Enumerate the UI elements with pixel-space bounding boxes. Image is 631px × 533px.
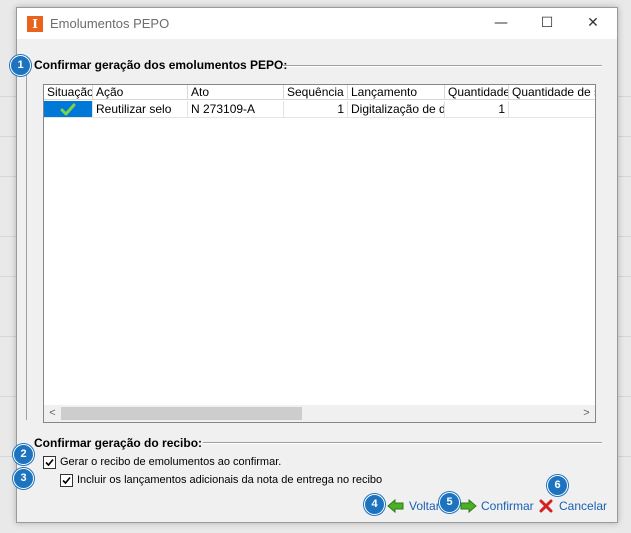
annotation-badge-6: 6 — [547, 475, 568, 496]
window-title: Emolumentos PEPO — [50, 16, 170, 31]
close-window-button[interactable]: ✕ — [570, 8, 616, 39]
situacao-cell[interactable] — [44, 101, 93, 118]
group-border — [26, 70, 27, 420]
arrow-left-icon — [387, 498, 404, 514]
maximize-button[interactable]: ☐ — [524, 8, 570, 39]
confirmar-button[interactable]: Confirmar — [459, 497, 534, 515]
column-header-quantidade-se[interactable]: Quantidade de se — [509, 85, 595, 100]
horizontal-scrollbar[interactable]: < > — [44, 405, 595, 422]
annotation-badge-3: 3 — [13, 468, 34, 489]
check-icon — [62, 476, 71, 485]
section-heading-emolumentos: Confirmar geração dos emolumentos PEPO: — [34, 58, 288, 72]
annotation-badge-1: 1 — [10, 55, 31, 76]
incluir-lancamentos-checkbox[interactable] — [60, 474, 73, 487]
emolumentos-grid[interactable]: Situação Ação Ato Sequência Lançamento Q… — [43, 84, 596, 423]
cancelar-button[interactable]: Cancelar — [537, 497, 607, 515]
column-header-situacao[interactable]: Situação — [44, 85, 93, 100]
column-header-lancamento[interactable]: Lançamento — [348, 85, 445, 100]
incluir-lancamentos-label[interactable]: Incluir os lançamentos adicionais da not… — [77, 474, 382, 486]
gerar-recibo-checkbox[interactable] — [43, 456, 56, 469]
title-bar: I Emolumentos PEPO — ☐ ✕ — [17, 8, 617, 39]
check-icon — [45, 458, 54, 467]
lancamento-cell[interactable]: Digitalização de doc — [348, 101, 445, 118]
table-row[interactable]: Reutilizar selo N 273109-A 1 Digitalizaç… — [44, 101, 595, 118]
voltar-label: Voltar — [409, 499, 440, 513]
voltar-button[interactable]: Voltar — [387, 497, 447, 515]
app-icon: I — [27, 16, 43, 32]
annotation-badge-5: 5 — [439, 492, 460, 513]
scrollbar-thumb[interactable] — [61, 407, 302, 420]
scroll-right-icon[interactable]: > — [578, 405, 595, 422]
dialog-window: I Emolumentos PEPO — ☐ ✕ Confirmar geraç… — [16, 7, 618, 523]
column-header-ato[interactable]: Ato — [188, 85, 284, 100]
column-header-quantidade[interactable]: Quantidade — [445, 85, 509, 100]
sequencia-cell[interactable]: 1 — [284, 101, 348, 118]
scroll-left-icon[interactable]: < — [44, 405, 61, 422]
group-divider — [282, 65, 602, 67]
minimize-button[interactable]: — — [478, 8, 524, 39]
quantidade-cell[interactable]: 1 — [445, 101, 509, 118]
arrow-right-icon — [460, 498, 477, 514]
ato-cell[interactable]: N 273109-A — [188, 101, 284, 118]
quantidade-se-cell[interactable] — [509, 101, 595, 118]
group-divider — [203, 442, 602, 444]
section-heading-recibo: Confirmar geração do recibo: — [34, 436, 203, 450]
column-header-acao[interactable]: Ação — [93, 85, 188, 100]
gerar-recibo-label[interactable]: Gerar o recibo de emolumentos ao confirm… — [60, 456, 281, 468]
annotation-badge-2: 2 — [13, 444, 34, 465]
close-icon — [539, 499, 553, 513]
confirmar-label: Confirmar — [481, 499, 534, 513]
checkmark-icon — [60, 103, 76, 116]
annotation-badge-4: 4 — [364, 494, 385, 515]
acao-cell[interactable]: Reutilizar selo — [93, 101, 188, 118]
cancelar-label: Cancelar — [559, 499, 608, 513]
grid-header: Situação Ação Ato Sequência Lançamento Q… — [44, 85, 595, 101]
column-header-sequencia[interactable]: Sequência — [284, 85, 348, 100]
